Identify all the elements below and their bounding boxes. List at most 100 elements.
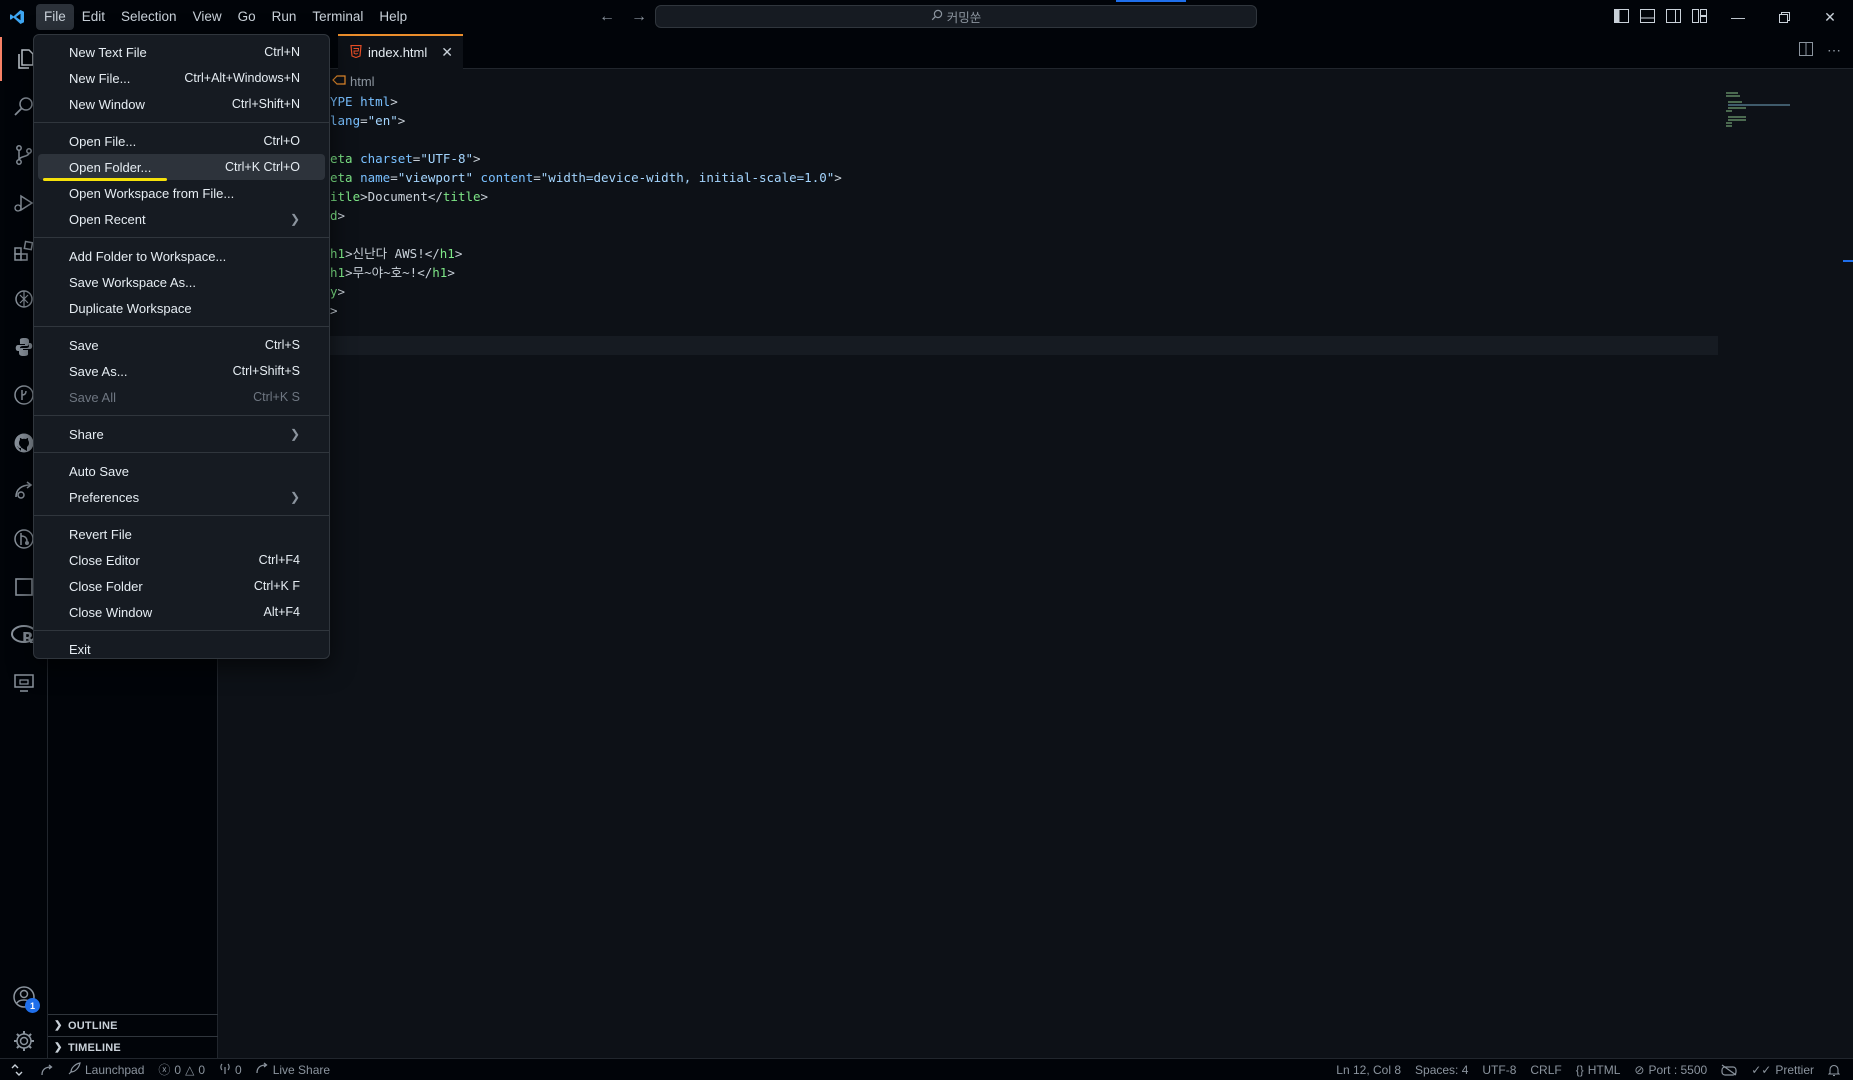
menu-item-auto-save[interactable]: Auto Save: [38, 458, 325, 484]
menu-item-close-editor[interactable]: Close Editor Ctrl+F4: [38, 547, 325, 573]
close-icon[interactable]: ✕: [441, 44, 453, 61]
ports-status[interactable]: 0: [212, 1059, 249, 1080]
menu-item-revert-file[interactable]: Revert File: [38, 521, 325, 547]
menu-item-shortcut: Ctrl+Alt+Windows+N: [184, 71, 300, 85]
menu-item-open-workspace-from-file[interactable]: Open Workspace from File...: [38, 180, 325, 206]
code-line[interactable]: h1>무~야~호~!</h1>: [330, 263, 455, 282]
code-token: =: [390, 170, 398, 185]
toggle-secondary-sidebar-icon[interactable]: [1664, 7, 1682, 25]
menu-item-label: Duplicate Workspace: [69, 300, 192, 316]
settings-gear-icon[interactable]: [0, 1019, 48, 1063]
menu-item-open-folder[interactable]: Open Folder... Ctrl+K Ctrl+O: [38, 154, 325, 181]
accounts-icon[interactable]: 1: [0, 975, 48, 1019]
menu-item-duplicate-workspace[interactable]: Duplicate Workspace: [38, 295, 325, 321]
menu-item-exit[interactable]: Exit: [38, 636, 325, 662]
breadcrumb-item[interactable]: html: [350, 74, 375, 89]
minimap[interactable]: [1726, 92, 1826, 152]
chevron-right-icon: ❯: [289, 212, 300, 226]
menu-item-open-recent[interactable]: Open Recent ❯: [38, 206, 325, 232]
ports-count: 0: [235, 1062, 242, 1077]
code-line[interactable]: d>: [330, 206, 345, 225]
title-bar: File Edit Selection View Go Run Terminal…: [0, 0, 1853, 37]
restore-icon[interactable]: [1761, 0, 1807, 34]
toggle-primary-sidebar-icon[interactable]: [1612, 7, 1630, 25]
menu-item-preferences[interactable]: Preferences ❯: [38, 484, 325, 510]
toggle-panel-icon[interactable]: [1638, 7, 1656, 25]
menu-item-save[interactable]: Save Ctrl+S: [38, 332, 325, 358]
encoding[interactable]: UTF-8: [1475, 1059, 1523, 1080]
menu-terminal[interactable]: Terminal: [304, 4, 371, 30]
prettier-status[interactable]: ✓✓ Prettier: [1744, 1059, 1821, 1080]
code-line[interactable]: eta name="viewport" content="width=devic…: [330, 168, 842, 187]
live-share-label: Live Share: [272, 1062, 331, 1077]
menu-item-new-window[interactable]: New Window Ctrl+Shift+N: [38, 91, 325, 117]
menu-edit[interactable]: Edit: [74, 4, 113, 30]
braces-icon: {}: [1575, 1063, 1584, 1077]
menu-item-save-as[interactable]: Save As... Ctrl+Shift+S: [38, 358, 325, 384]
menu-item-close-folder[interactable]: Close Folder Ctrl+K F: [38, 573, 325, 599]
remote-window-icon[interactable]: [0, 661, 48, 705]
menu-go[interactable]: Go: [230, 4, 264, 30]
code-token: >: [480, 189, 489, 204]
notifications-bell-icon[interactable]: [1821, 1059, 1847, 1080]
menu-item-shortcut: Ctrl+K S: [253, 390, 300, 404]
code-line[interactable]: >: [330, 301, 338, 320]
close-window-icon[interactable]: ✕: [1807, 0, 1853, 34]
code-line[interactable]: y>: [330, 282, 345, 301]
menu-item-label: Add Folder to Workspace...: [69, 248, 227, 264]
menu-item-new-text-file[interactable]: New Text File Ctrl+N: [38, 39, 325, 65]
split-editor-icon[interactable]: [1799, 42, 1813, 59]
search-icon: [931, 9, 943, 24]
language-mode[interactable]: {} HTML: [1569, 1059, 1628, 1080]
timeline-label: TIMELINE: [68, 1041, 121, 1054]
back-arrow-icon[interactable]: ←: [596, 6, 618, 28]
problems-status[interactable]: ⓧ 0 △ 0: [151, 1059, 212, 1080]
remote-indicator-icon[interactable]: [0, 1059, 34, 1080]
launchpad-status[interactable]: Launchpad: [61, 1059, 151, 1080]
code-line[interactable]: lang="en">: [330, 111, 405, 130]
accounts-status-icon[interactable]: [34, 1059, 61, 1080]
navigation-arrows: ← →: [596, 6, 650, 28]
code-token: h1: [439, 246, 455, 261]
cursor-position[interactable]: Ln 12, Col 8: [1329, 1059, 1408, 1080]
code-token: =: [360, 113, 368, 128]
prettier-label: Prettier: [1775, 1063, 1814, 1077]
menu-item-open-file[interactable]: Open File... Ctrl+O: [38, 128, 325, 154]
menu-item-save-workspace-as[interactable]: Save Workspace As...: [38, 269, 325, 295]
menu-file[interactable]: File: [33, 4, 77, 37]
menu-item-label: Save: [69, 337, 99, 353]
outline-section[interactable]: ❯ OUTLINE: [48, 1014, 218, 1036]
code-line[interactable]: eta charset="UTF-8">: [330, 149, 481, 168]
vscode-logo-icon: [0, 0, 34, 34]
menu-help[interactable]: Help: [371, 4, 415, 30]
more-actions-icon[interactable]: ⋯: [1827, 42, 1841, 59]
menu-item-add-folder-to-workspace[interactable]: Add Folder to Workspace...: [38, 243, 325, 269]
menu-item-save-all[interactable]: Save All Ctrl+K S: [38, 384, 325, 410]
live-server-port[interactable]: ⊘ Port : 5500: [1627, 1059, 1714, 1080]
menu-item-new-file[interactable]: New File... Ctrl+Alt+Windows+N: [38, 65, 325, 91]
command-center[interactable]: 커밍쑨: [655, 5, 1257, 28]
menu-run[interactable]: Run: [264, 4, 305, 30]
minimize-icon[interactable]: —: [1715, 0, 1761, 34]
copilot-status-icon[interactable]: [1714, 1059, 1744, 1080]
timeline-section[interactable]: ❯ TIMELINE: [48, 1036, 218, 1058]
code-line[interactable]: YPE html>: [330, 92, 398, 111]
menu-item-share[interactable]: Share ❯: [38, 421, 325, 447]
code-token: h1: [330, 265, 346, 280]
code-line[interactable]: h1>신난다 AWS!</h1>: [330, 244, 462, 263]
end-of-line[interactable]: CRLF: [1523, 1059, 1568, 1080]
tab-label: index.html: [368, 45, 428, 60]
menu-item-label: Preferences: [69, 489, 140, 505]
menu-item-close-window[interactable]: Close Window Alt+F4: [38, 599, 325, 625]
menu-view[interactable]: View: [185, 4, 230, 30]
code-token: >: [330, 303, 338, 318]
indentation[interactable]: Spaces: 4: [1408, 1059, 1475, 1080]
customize-layout-icon[interactable]: [1690, 7, 1708, 25]
menu-selection[interactable]: Selection: [113, 4, 185, 30]
code-line[interactable]: itle>Document</title>: [330, 187, 488, 206]
tab-index-html[interactable]: index.html ✕: [338, 34, 463, 69]
forward-arrow-icon[interactable]: →: [628, 6, 650, 28]
code-token: >: [834, 170, 842, 185]
live-share-status[interactable]: Live Share: [249, 1059, 337, 1080]
menu-item-label: Open Workspace from File...: [69, 185, 235, 201]
